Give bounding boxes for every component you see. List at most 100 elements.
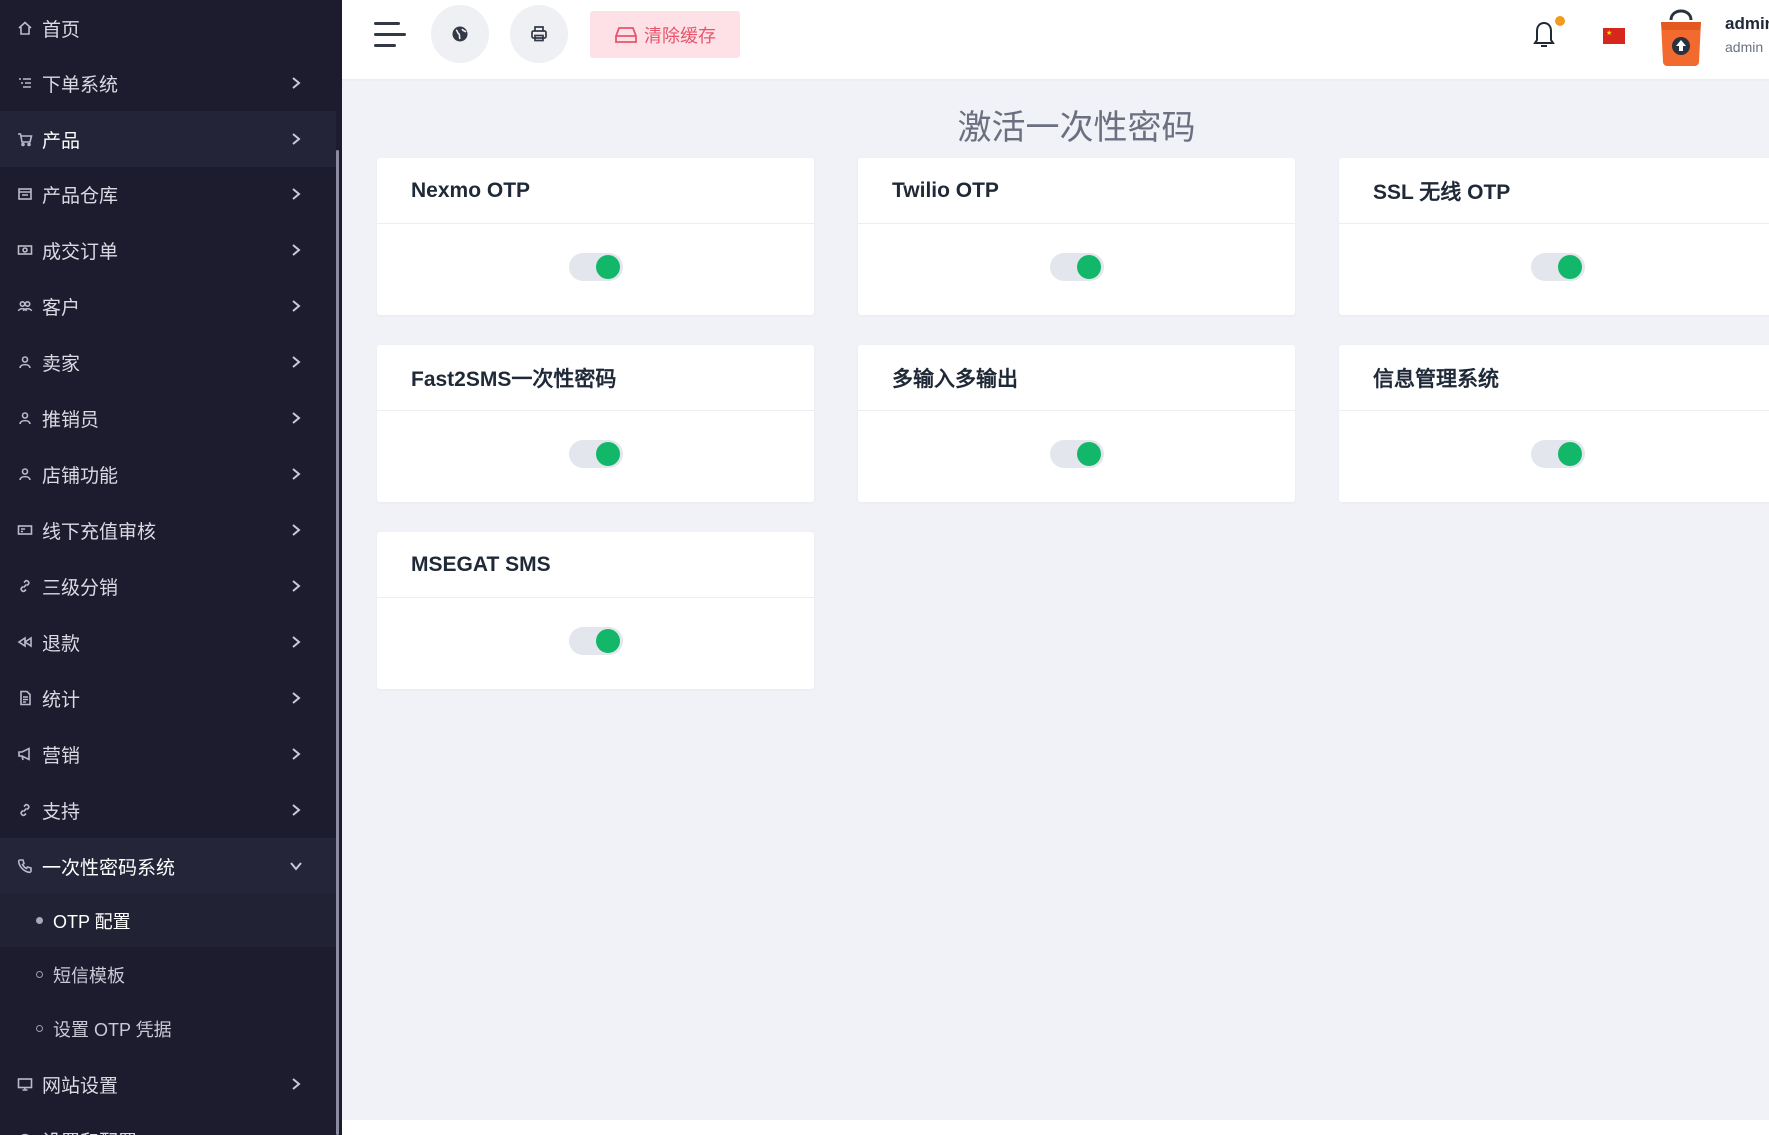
sidebar-item-label: 线下充值审核	[42, 521, 157, 543]
sidebar-item-label: 退款	[42, 633, 81, 655]
card-title: Nexmo OTP	[377, 158, 814, 224]
mis-toggle[interactable]	[1531, 440, 1585, 468]
user-role: admin	[1725, 39, 1764, 55]
sidebar-item-label: 卖家	[42, 353, 81, 375]
chevron-right-icon	[289, 521, 303, 539]
sidebar-item-sellers[interactable]: 卖家	[0, 334, 336, 390]
sidebar-item-completed-orders[interactable]: 成交订单	[0, 222, 336, 278]
link-icon	[16, 577, 34, 595]
sidebar-item-label: 客户	[42, 297, 81, 319]
toggle-knob	[596, 255, 620, 279]
toggle-knob	[1558, 255, 1582, 279]
sidebar-item-products[interactable]: 产品	[0, 111, 336, 167]
sidebar-item-label: 三级分销	[42, 577, 119, 599]
chevron-right-icon	[289, 353, 303, 371]
sidebar-item-label: 营销	[42, 745, 81, 767]
language-flag-cn[interactable]: ★	[1603, 28, 1625, 44]
otp-card-ssl-wireless: SSL 无线 OTP	[1339, 158, 1769, 315]
sidebar-subitem-otp-config[interactable]: OTP 配置	[0, 894, 336, 947]
card-title: Fast2SMS一次性密码	[377, 345, 814, 411]
sidebar-item-label: 统计	[42, 689, 81, 711]
globe-button[interactable]	[431, 5, 489, 63]
otp-card-mimo: 多输入多输出	[858, 345, 1295, 502]
card-title: 信息管理系统	[1339, 345, 1769, 411]
flag-star: ★	[1606, 30, 1613, 37]
sidebar-item-product-warehouse[interactable]: 产品仓库	[0, 166, 336, 222]
msegat-toggle[interactable]	[569, 627, 623, 655]
topbar: 清除缓存 ★ admin admin	[342, 0, 1769, 79]
sidebar: 首页 下单系统 产品 产品仓库 成交订单 客户 卖家 推销员 店铺功能 线下充值…	[0, 0, 342, 1135]
sidebar-subitem-otp-credentials[interactable]: 设置 OTP 凭据	[0, 1002, 336, 1055]
sidebar-item-refunds[interactable]: 退款	[0, 614, 336, 670]
document-icon	[16, 689, 34, 707]
bullet-icon	[36, 1025, 43, 1032]
sidebar-item-distribution[interactable]: 三级分销	[0, 558, 336, 614]
footer-bar	[342, 1120, 1769, 1135]
chevron-right-icon	[289, 409, 303, 427]
sidebar-item-website-settings[interactable]: 网站设置	[0, 1056, 336, 1112]
sidebar-item-label: 推销员	[42, 409, 100, 431]
chevron-right-icon	[289, 689, 303, 707]
card-title: Twilio OTP	[858, 158, 1295, 224]
sidebar-item-statistics[interactable]: 统计	[0, 670, 336, 726]
fast2sms-toggle[interactable]	[569, 440, 623, 468]
otp-card-fast2sms: Fast2SMS一次性密码	[377, 345, 814, 502]
clear-cache-label: 清除缓存	[644, 25, 716, 46]
chevron-down-icon	[289, 857, 303, 875]
shop-bag-logo-icon	[1661, 9, 1701, 66]
toggle-knob	[1077, 255, 1101, 279]
chevron-right-icon	[289, 297, 303, 315]
clear-cache-button[interactable]: 清除缓存	[590, 11, 740, 58]
twilio-toggle[interactable]	[1050, 253, 1104, 281]
printer-icon	[529, 24, 549, 44]
sidebar-item-salesmen[interactable]: 推销员	[0, 390, 336, 446]
sidebar-item-customers[interactable]: 客户	[0, 278, 336, 334]
link-icon	[16, 801, 34, 819]
page-title: 激活一次性密码	[957, 109, 1196, 147]
warehouse-icon	[16, 185, 34, 203]
money-icon	[16, 241, 34, 259]
globe-icon	[450, 24, 470, 44]
sidebar-item-label: 网站设置	[42, 1075, 119, 1097]
chevron-right-icon	[289, 577, 303, 595]
user-name[interactable]: admin	[1725, 14, 1769, 34]
sidebar-item-otp-system[interactable]: 一次性密码系统	[0, 838, 336, 894]
menu-toggle-icon[interactable]	[374, 20, 410, 50]
toggle-knob	[1077, 442, 1101, 466]
sidebar-item-settings-config[interactable]: 设置和配置	[0, 1112, 336, 1135]
chevron-right-icon	[289, 241, 303, 259]
sidebar-item-support[interactable]: 支持	[0, 782, 336, 838]
sidebar-item-shop-features[interactable]: 店铺功能	[0, 446, 336, 502]
drive-icon	[615, 26, 637, 43]
sidebar-item-label: 店铺功能	[42, 465, 119, 487]
rewind-icon	[16, 633, 34, 651]
sidebar-scrollbar[interactable]	[336, 150, 339, 1135]
otp-card-twilio: Twilio OTP	[858, 158, 1295, 315]
toggle-knob	[596, 442, 620, 466]
settings-icon	[16, 1131, 34, 1135]
chevron-right-icon	[289, 74, 303, 92]
sidebar-item-label: 支持	[42, 801, 81, 823]
list-icon	[16, 74, 34, 92]
sidebar-item-label: 下单系统	[42, 74, 119, 96]
chevron-right-icon	[289, 1075, 303, 1093]
megaphone-icon	[16, 745, 34, 763]
sidebar-item-marketing[interactable]: 营销	[0, 726, 336, 782]
card-title: 多输入多输出	[858, 345, 1295, 411]
sidebar-subitem-sms-templates[interactable]: 短信模板	[0, 948, 336, 1001]
toggle-knob	[1558, 442, 1582, 466]
sidebar-item-home[interactable]: 首页	[0, 0, 336, 56]
sidebar-item-label: 产品仓库	[42, 185, 119, 207]
card-title: SSL 无线 OTP	[1339, 158, 1769, 224]
print-button[interactable]	[510, 5, 568, 63]
sidebar-subitem-label: OTP 配置	[53, 911, 131, 932]
phone-icon	[16, 857, 34, 875]
ssl-wireless-toggle[interactable]	[1531, 253, 1585, 281]
card-title: MSEGAT SMS	[377, 532, 814, 598]
nexmo-toggle[interactable]	[569, 253, 623, 281]
mimo-toggle[interactable]	[1050, 440, 1104, 468]
users-icon	[16, 297, 34, 315]
sidebar-item-order-system[interactable]: 下单系统	[0, 55, 336, 111]
sidebar-item-offline-recharge[interactable]: 线下充值审核	[0, 502, 336, 558]
avatar[interactable]	[1657, 4, 1705, 66]
